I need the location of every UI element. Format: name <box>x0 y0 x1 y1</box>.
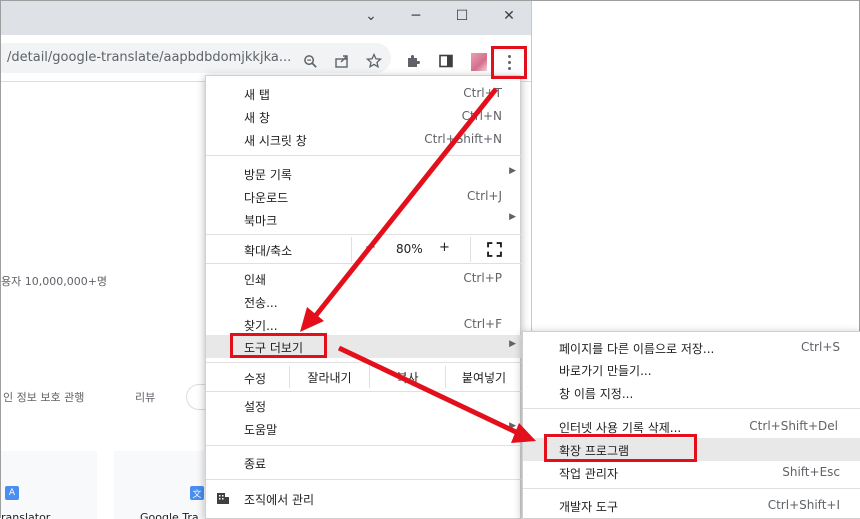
annotation-arrows <box>300 87 536 443</box>
arrow-to-extensions <box>337 345 520 436</box>
screenshot-frame: ⌄ ─ ☐ ✕ /detail/google-translate/aapbdbd… <box>0 0 860 519</box>
arrow-to-more-tools <box>311 87 498 321</box>
